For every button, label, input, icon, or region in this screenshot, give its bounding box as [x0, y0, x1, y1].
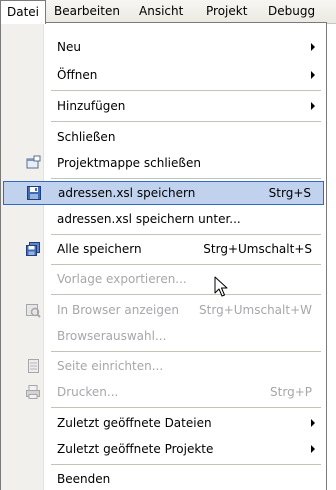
- menu-item-print: Drucken... Strg+P: [3, 380, 324, 404]
- menu-separator: [51, 464, 321, 465]
- menu-item-label: In Browser anzeigen: [57, 303, 179, 317]
- menu-item-save-all[interactable]: Alle speichern Strg+Umschalt+S: [3, 237, 324, 261]
- menu-item-open[interactable]: Öffnen: [3, 63, 324, 87]
- menu-item-save-as[interactable]: adressen.xsl speichern unter...: [3, 207, 324, 231]
- save-all-icon: [25, 241, 41, 257]
- submenu-arrow-icon: [311, 419, 315, 427]
- file-menu-dropdown: Neu Öffnen Hinzufügen Schließen Projektm…: [0, 22, 327, 490]
- menu-item-label: Neu: [57, 40, 81, 54]
- menu-item-label: adressen.xsl speichern: [58, 186, 196, 200]
- menu-separator: [51, 178, 321, 179]
- menu-item-export-template: Vorlage exportieren...: [3, 267, 324, 291]
- menu-bearbeiten[interactable]: Bearbeiten: [48, 0, 126, 23]
- menu-item-shortcut: Strg+S: [268, 186, 311, 200]
- printer-icon: [25, 384, 41, 400]
- menu-item-label: Öffnen: [57, 68, 98, 82]
- menu-projekt[interactable]: Projekt: [200, 0, 253, 23]
- menu-item-shortcut: Strg+Umschalt+S: [203, 242, 312, 256]
- mouse-cursor-icon: [214, 276, 228, 298]
- menu-debug[interactable]: Debugg: [262, 0, 321, 23]
- submenu-arrow-icon: [311, 43, 315, 51]
- browser-icon: [25, 302, 41, 318]
- menu-item-add[interactable]: Hinzufügen: [3, 94, 324, 118]
- menu-separator: [51, 234, 321, 235]
- menu-item-label: Beenden: [57, 472, 111, 486]
- menu-item-label: Vorlage exportieren...: [57, 272, 187, 286]
- menu-item-page-setup: Seite einrichten...: [3, 354, 324, 378]
- menu-bar: Datei Bearbeiten Ansicht Projekt Debugg: [0, 0, 336, 24]
- menu-ansicht[interactable]: Ansicht: [133, 0, 189, 23]
- menu-item-browse-with: Browserauswahl...: [3, 324, 324, 348]
- menu-item-label: Zuletzt geöffnete Dateien: [57, 416, 212, 430]
- submenu-arrow-icon: [311, 71, 315, 79]
- close-solution-icon: [25, 155, 41, 171]
- menu-item-label: adressen.xsl speichern unter...: [57, 212, 241, 226]
- menu-item-recent-files[interactable]: Zuletzt geöffnete Dateien: [3, 411, 324, 435]
- menu-item-shortcut: Strg+Umschalt+W: [199, 303, 312, 317]
- menu-separator: [51, 121, 321, 122]
- menu-item-label: Hinzufügen: [57, 99, 126, 113]
- submenu-arrow-icon: [311, 445, 315, 453]
- menu-item-shortcut: Strg+P: [270, 385, 312, 399]
- menu-item-label: Projektmappe schließen: [57, 156, 201, 170]
- submenu-arrow-icon: [311, 102, 315, 110]
- menu-item-view-in-browser: In Browser anzeigen Strg+Umschalt+W: [3, 298, 324, 322]
- menu-item-save[interactable]: adressen.xsl speichern Strg+S: [3, 181, 324, 205]
- menu-item-label: Drucken...: [57, 385, 119, 399]
- menu-item-label: Zuletzt geöffnete Projekte: [57, 442, 214, 456]
- menu-item-label: Seite einrichten...: [57, 359, 164, 373]
- menu-item-close-solution[interactable]: Projektmappe schließen: [3, 151, 324, 175]
- menu-item-label: Alle speichern: [57, 242, 142, 256]
- menu-separator: [51, 351, 321, 352]
- menu-item-label: Schließen: [57, 130, 116, 144]
- menu-item-label: Browserauswahl...: [57, 329, 167, 343]
- menu-item-exit[interactable]: Beenden: [3, 467, 324, 490]
- page-setup-icon: [25, 358, 41, 374]
- menu-item-close[interactable]: Schließen: [3, 125, 324, 149]
- menu-item-new[interactable]: Neu: [3, 35, 324, 59]
- menu-separator: [51, 264, 321, 265]
- save-icon: [26, 185, 42, 201]
- menu-datei[interactable]: Datei: [0, 0, 47, 24]
- menu-item-recent-projects[interactable]: Zuletzt geöffnete Projekte: [3, 437, 324, 461]
- menu-separator: [51, 294, 321, 295]
- menu-separator: [51, 407, 321, 408]
- menu-separator: [51, 90, 321, 91]
